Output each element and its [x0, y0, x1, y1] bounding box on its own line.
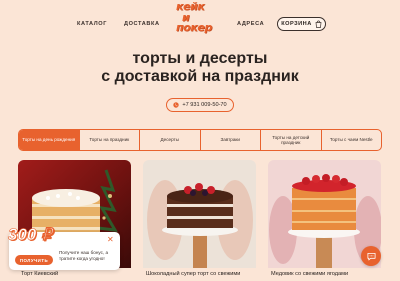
phone-number: +7 931 009-50-70: [182, 102, 227, 108]
cart-label: КОРЗИНА: [281, 21, 312, 27]
logo-line-3: покер: [176, 21, 212, 34]
product-title: Медовик со свежими ягодами: [271, 271, 349, 277]
tab-kids-cakes[interactable]: Торты на детский праздник: [261, 130, 322, 150]
logo[interactable]: кейк и покер: [176, 1, 226, 42]
promo-price: 300 ₽: [8, 225, 53, 245]
tab-birthday-cakes[interactable]: Торты на день рождения: [19, 130, 80, 150]
product-title: Шоколадный супер торт со свежими: [146, 271, 241, 277]
close-icon[interactable]: ✕: [107, 236, 114, 244]
page-title-line-1: торты и десерты: [132, 50, 268, 67]
tab-holiday-cakes[interactable]: Торты на праздник: [80, 130, 140, 150]
tab-desserts[interactable]: Десерты: [140, 130, 201, 150]
nav-delivery-link[interactable]: ДОСТАВКА: [124, 21, 160, 27]
page-title: торты и десерты с доставкой на праздник: [0, 50, 400, 85]
promo-get-button[interactable]: ПОЛУЧИТЬ: [15, 255, 53, 265]
category-tabs: Торты на день рождения Торты на праздник…: [18, 129, 382, 151]
bag-icon: [315, 20, 322, 28]
page-title-line-2: с доставкой на праздник: [101, 67, 299, 85]
chat-button[interactable]: [361, 246, 381, 266]
site-header: КАТАЛОГ ДОСТАВКА кейк и покер АДРЕСА КОР…: [0, 0, 400, 50]
promo-text: Получите наш бонус, а тратите когда угод…: [59, 250, 109, 261]
phone-icon: [173, 102, 180, 108]
product-image: [143, 160, 256, 268]
tab-breakfasts[interactable]: Завтраки: [201, 130, 261, 150]
chat-icon: [366, 252, 376, 260]
phone-button[interactable]: +7 931 009-50-70: [166, 98, 234, 112]
tab-nestle-cakes[interactable]: Торты с чаем Nestle: [322, 130, 382, 150]
nav-addresses-link[interactable]: АДРЕСА: [237, 21, 264, 27]
product-title: Торт Киевский: [21, 271, 59, 277]
cart-button[interactable]: КОРЗИНА: [277, 17, 326, 31]
nav-catalog-link[interactable]: КАТАЛОГ: [77, 21, 107, 27]
product-card[interactable]: Шоколадный супер торт со свежими: [143, 160, 256, 281]
